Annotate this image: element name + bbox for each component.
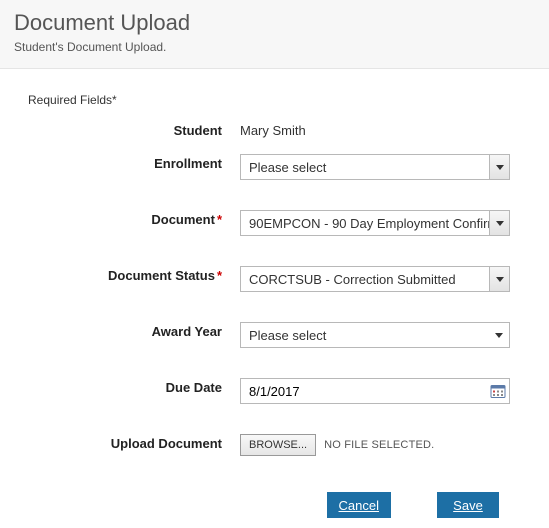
required-asterisk: *: [217, 212, 222, 227]
chevron-down-icon: [489, 155, 509, 179]
due-date-input-wrap: [240, 378, 510, 404]
label-award-year: Award Year: [10, 320, 240, 339]
enrollment-select-value: Please select: [241, 160, 489, 175]
page-header: Document Upload Student's Document Uploa…: [0, 0, 549, 69]
document-status-select-value: CORCTSUB - Correction Submitted: [241, 272, 489, 287]
row-award-year: Award Year Please select: [10, 320, 539, 348]
file-status-text: NO FILE SELECTED.: [324, 439, 434, 451]
chevron-down-icon: [489, 267, 509, 291]
page-subtitle: Student's Document Upload.: [14, 40, 535, 54]
form-actions: Cancel Save: [10, 492, 539, 518]
chevron-down-icon: [489, 323, 509, 347]
label-upload-document: Upload Document: [10, 432, 240, 451]
page-title: Document Upload: [14, 10, 535, 36]
label-document: Document*: [10, 208, 240, 227]
student-value: Mary Smith: [240, 121, 306, 138]
row-document: Document* 90EMPCON - 90 Day Employment C…: [10, 208, 539, 236]
document-select-value: 90EMPCON - 90 Day Employment Confirmatio…: [241, 216, 489, 231]
row-due-date: Due Date: [10, 376, 539, 404]
row-enrollment: Enrollment Please select: [10, 152, 539, 180]
label-document-status: Document Status*: [10, 264, 240, 283]
document-status-select[interactable]: CORCTSUB - Correction Submitted: [240, 266, 510, 292]
award-year-select[interactable]: Please select: [240, 322, 510, 348]
cancel-button[interactable]: Cancel: [327, 492, 391, 518]
required-fields-note: Required Fields*: [28, 93, 539, 107]
row-document-status: Document Status* CORCTSUB - Correction S…: [10, 264, 539, 292]
save-button[interactable]: Save: [437, 492, 499, 518]
document-upload-form: Required Fields* Student Mary Smith Enro…: [0, 69, 549, 528]
label-enrollment: Enrollment: [10, 152, 240, 171]
upload-file-control: BROWSE... NO FILE SELECTED.: [240, 434, 434, 456]
due-date-input[interactable]: [241, 380, 487, 402]
chevron-down-icon: [489, 211, 509, 235]
row-upload-document: Upload Document BROWSE... NO FILE SELECT…: [10, 432, 539, 456]
award-year-select-value: Please select: [241, 328, 489, 343]
label-due-date: Due Date: [10, 376, 240, 395]
browse-button[interactable]: BROWSE...: [240, 434, 316, 456]
calendar-icon[interactable]: [487, 380, 509, 402]
document-select[interactable]: 90EMPCON - 90 Day Employment Confirmatio…: [240, 210, 510, 236]
label-student: Student: [10, 119, 240, 138]
row-student: Student Mary Smith: [10, 119, 539, 138]
enrollment-select[interactable]: Please select: [240, 154, 510, 180]
required-asterisk: *: [217, 268, 222, 283]
